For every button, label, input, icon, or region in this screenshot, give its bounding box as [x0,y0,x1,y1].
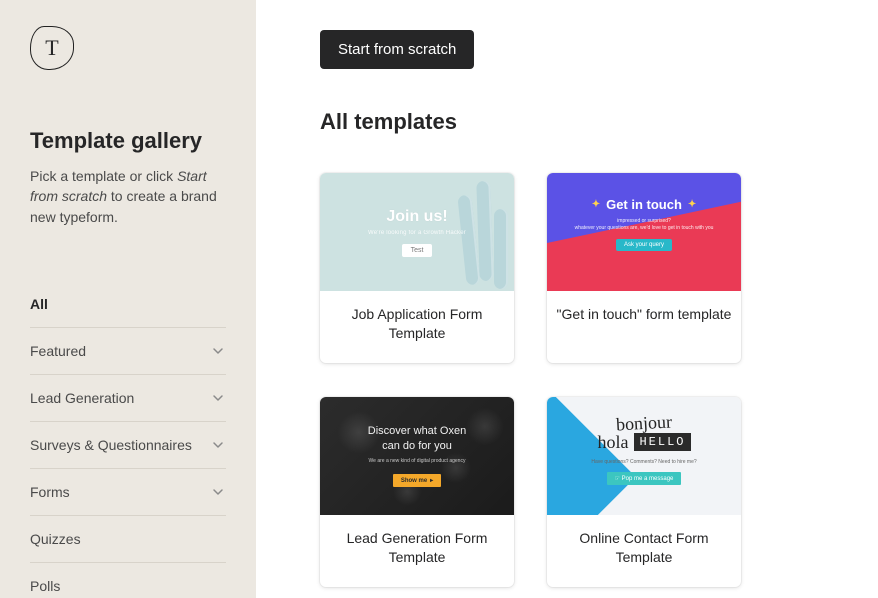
category-list: All Featured Lead Generation Surveys & Q… [30,281,226,598]
chevron-down-icon [210,484,226,500]
thumb-heading: Discover what Oxen can do for you [368,424,466,453]
category-label: Quizzes [30,531,81,547]
thumb-button: Ask your query [616,239,672,251]
main-content: Start from scratch All templates Join us… [256,0,878,598]
logo: T [30,26,74,70]
category-featured[interactable]: Featured [30,328,226,375]
logo-letter: T [45,35,58,61]
thumb-heading: Join us! [386,208,447,226]
template-title: Job Application Form Template [320,291,514,363]
template-thumbnail: bonjour hola HELLO Have questions? Comme… [547,397,741,515]
chevron-down-icon [210,390,226,406]
category-surveys[interactable]: Surveys & Questionnaires [30,422,226,469]
category-label: Lead Generation [30,390,134,406]
category-label: Forms [30,484,70,500]
thumb-word-bonjour: bonjour [615,411,672,435]
category-label: All [30,296,48,312]
start-from-scratch-button[interactable]: Start from scratch [320,30,474,69]
thumb-word-hello: HELLO [634,433,690,451]
thumb-button: Test [402,244,433,257]
thumb-button: ☞ Pop me a message [607,472,682,485]
chevron-down-icon [210,437,226,453]
arrow-right-icon: ▸ [430,477,433,484]
thumb-heading: ✦ Get in touch ✦ [586,197,703,212]
category-polls[interactable]: Polls [30,563,226,598]
chevron-down-icon [210,343,226,359]
category-lead-generation[interactable]: Lead Generation [30,375,226,422]
category-label: Featured [30,343,86,359]
template-card[interactable]: bonjour hola HELLO Have questions? Comme… [547,397,741,587]
thumb-sub: We are a new kind of digital product age… [369,458,466,464]
section-title: All templates [320,109,878,135]
sidebar-description: Pick a template or click Start from scra… [30,166,226,227]
template-grid: Join us! We're looking for a Growth Hack… [320,173,878,587]
category-all[interactable]: All [30,281,226,328]
category-label: Polls [30,578,60,594]
thumb-sub: impressed or surprised? whatever your qu… [575,218,714,231]
template-card[interactable]: ✦ Get in touch ✦ impressed or surprised?… [547,173,741,363]
template-title: "Get in touch" form template [547,291,741,344]
category-label: Surveys & Questionnaires [30,437,192,453]
template-card[interactable]: Join us! We're looking for a Growth Hack… [320,173,514,363]
thumb-button: Show me▸ [393,474,441,487]
template-title: Online Contact Form Template [547,515,741,587]
template-card[interactable]: Discover what Oxen can do for you We are… [320,397,514,587]
sidebar-title: Template gallery [30,128,226,154]
template-thumbnail: ✦ Get in touch ✦ impressed or surprised?… [547,173,741,291]
sidebar: T Template gallery Pick a template or cl… [0,0,256,598]
sparkle-icon: ✦ [592,199,600,210]
template-title: Lead Generation Form Template [320,515,514,587]
category-quizzes[interactable]: Quizzes [30,516,226,563]
category-forms[interactable]: Forms [30,469,226,516]
thumb-sub: Have questions? Comments? Need to hire m… [591,459,696,465]
sparkle-icon: ✦ [688,199,696,210]
thumb-sub: We're looking for a Growth Hacker [368,230,466,236]
template-thumbnail: Discover what Oxen can do for you We are… [320,397,514,515]
template-thumbnail: Join us! We're looking for a Growth Hack… [320,173,514,291]
